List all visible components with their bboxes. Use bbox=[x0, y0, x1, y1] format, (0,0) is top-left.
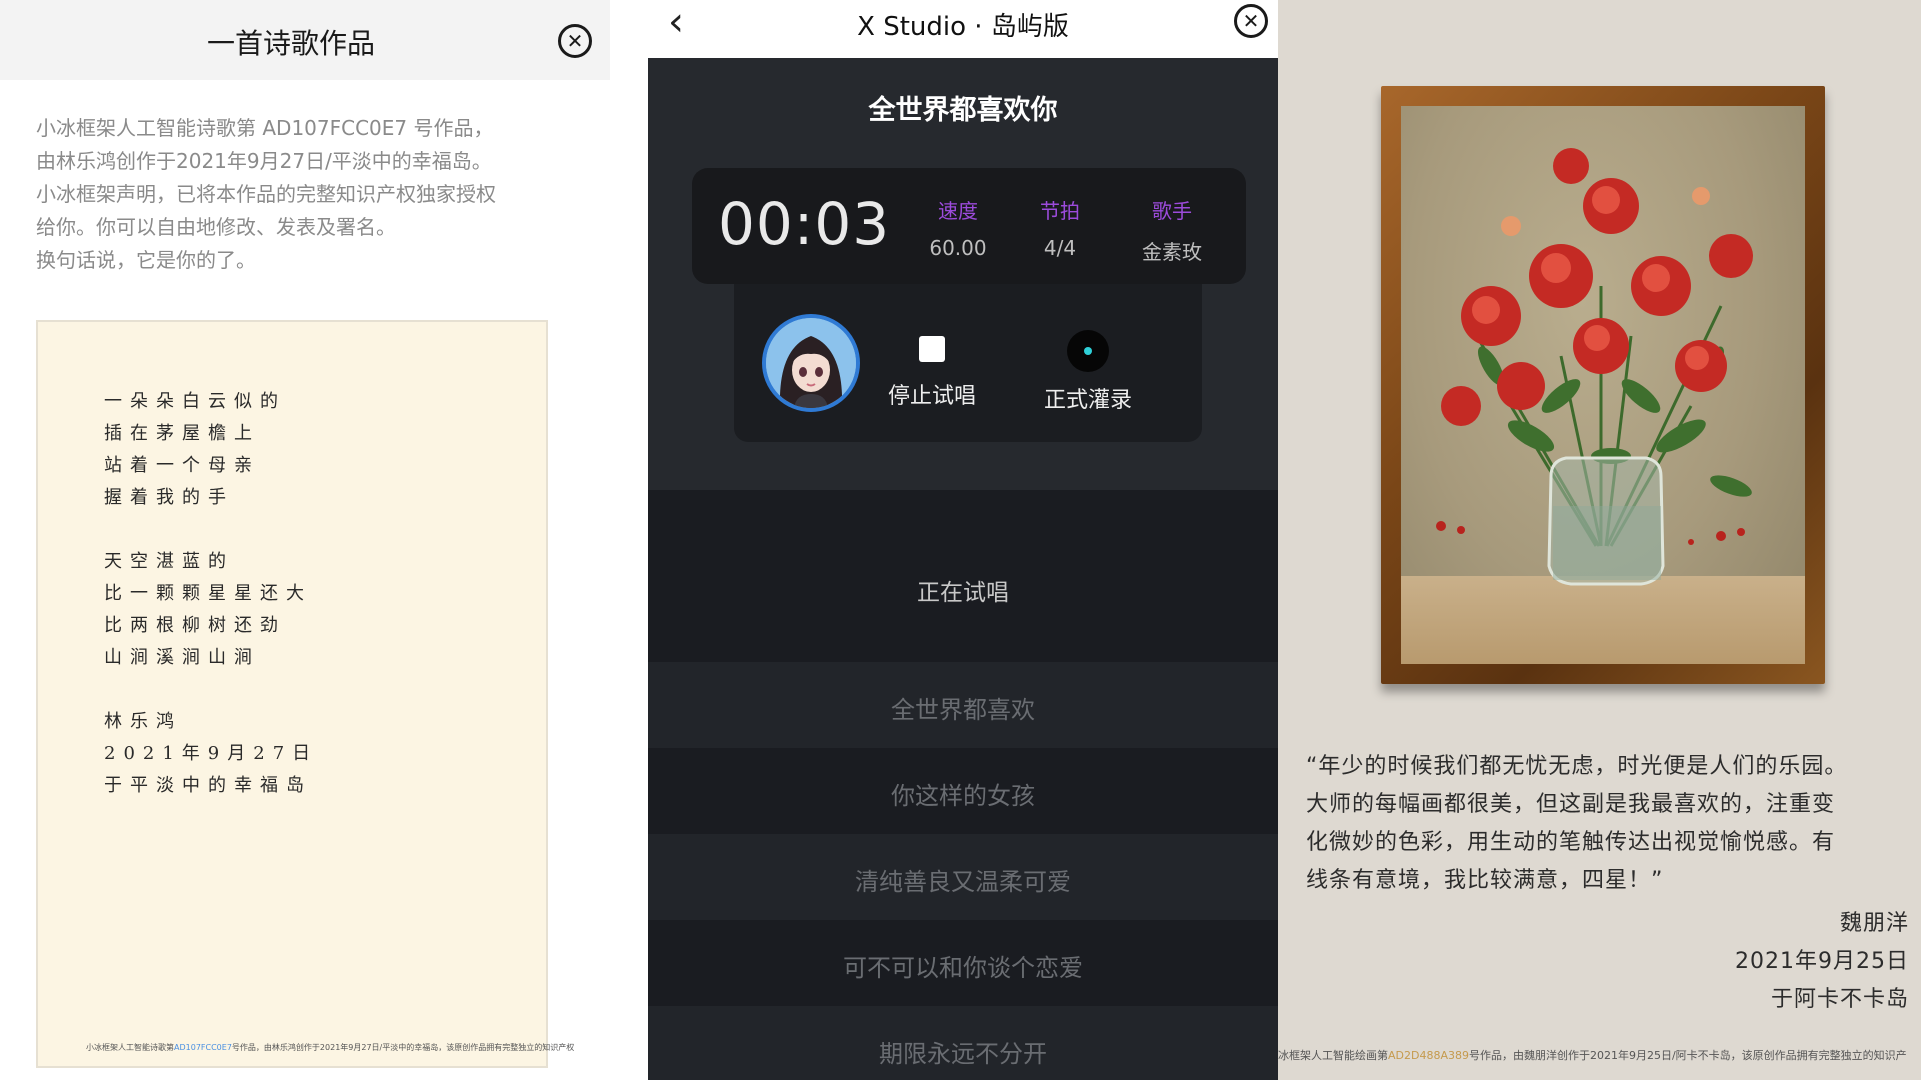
stop-preview-button[interactable]: 停止试唱 bbox=[872, 330, 992, 410]
lyric-line: 期限永远不分开 bbox=[879, 1040, 1047, 1068]
close-icon[interactable]: ✕ bbox=[1234, 4, 1268, 38]
footer-prefix: 冰框架人工智能绘画第 bbox=[1278, 1049, 1388, 1062]
studio-panel: ‹ X Studio · 岛屿版 ✕ 全世界都喜欢你 00:03 速度 60.0… bbox=[648, 0, 1278, 1080]
app-title: X Studio · 岛屿版 bbox=[857, 12, 1069, 42]
poem-line: 握着我的手 bbox=[104, 487, 234, 508]
record-button[interactable]: 正式灌录 bbox=[1028, 330, 1148, 414]
poem-intro: 小冰框架人工智能诗歌第 AD107FCC0E7 号作品， 由林乐鸿创作于2021… bbox=[36, 112, 556, 277]
flower-vase-painting bbox=[1401, 148, 1805, 664]
poem-panel-title: 一首诗歌作品 bbox=[206, 27, 375, 60]
intro-line: 小冰框架声明，已将本作品的完整知识产权独家授权 bbox=[36, 182, 496, 206]
poem-header: 一首诗歌作品 ✕ bbox=[0, 0, 610, 80]
footer-code: AD2D488A389 bbox=[1388, 1049, 1469, 1062]
stat-beat: 节拍 4/4 bbox=[1022, 195, 1098, 260]
studio-header: ‹ X Studio · 岛屿版 ✕ bbox=[648, 0, 1278, 58]
stop-icon bbox=[919, 336, 945, 362]
footer-prefix: 小冰框架人工智能诗歌第 bbox=[86, 1043, 174, 1052]
stat-label: 节拍 bbox=[1040, 199, 1080, 223]
poem-panel: 一首诗歌作品 ✕ 小冰框架人工智能诗歌第 AD107FCC0E7 号作品， 由林… bbox=[0, 0, 610, 1080]
review-author: 魏朋洋 bbox=[1839, 911, 1909, 936]
poem-line: 比一颗颗星星还大 bbox=[104, 583, 312, 604]
lyric-line: 清纯善良又温柔可爱 bbox=[855, 868, 1071, 896]
poem-line: 插在茅屋檐上 bbox=[104, 423, 260, 444]
record-label: 正式灌录 bbox=[1043, 388, 1132, 413]
review-line: 大师的每幅画都很美，但这副是我最喜欢的，注重变 bbox=[1306, 792, 1836, 817]
review-line: 线条有意境，我比较满意，四星！” bbox=[1306, 868, 1664, 893]
footer-suffix: 号作品，由林乐鸿创作于2021年9月27日/平淡中的幸福岛，该原创作品拥有完整独… bbox=[231, 1043, 575, 1052]
footer-code: AD107FCC0E7 bbox=[174, 1043, 232, 1052]
stat-value: 60.00 bbox=[929, 236, 987, 260]
close-icon[interactable]: ✕ bbox=[558, 24, 592, 58]
painting-review: “年少的时候我们都无忧无虑，时光便是人们的乐园。 大师的每幅画都很美，但这副是我… bbox=[1306, 748, 1906, 900]
review-line: “年少的时候我们都无忧无虑，时光便是人们的乐园。 bbox=[1306, 754, 1848, 779]
lyric-line: 你这样的女孩 bbox=[891, 782, 1035, 810]
stat-label: 歌手 bbox=[1152, 199, 1192, 223]
poem-line: 站着一个母亲 bbox=[104, 455, 260, 476]
poem-line: 天空湛蓝的 bbox=[104, 551, 234, 572]
poem-text: 一朵朵白云似的 插在茅屋檐上 站着一个母亲 握着我的手 天空湛蓝的 比一颗颗星星… bbox=[104, 386, 318, 802]
intro-line: 给你。你可以自由地修改、发表及署名。 bbox=[36, 215, 396, 239]
intro-line: 换句话说，它是你的了。 bbox=[36, 248, 256, 272]
song-title: 全世界都喜欢你 bbox=[868, 95, 1058, 126]
singer-avatar[interactable] bbox=[762, 314, 860, 412]
stat-speed: 速度 60.00 bbox=[910, 195, 1006, 260]
intro-line: 小冰框架人工智能诗歌第 AD107FCC0E7 号作品， bbox=[36, 116, 494, 140]
painting-image bbox=[1401, 106, 1805, 664]
review-place: 于阿卡不卡岛 bbox=[1770, 987, 1909, 1012]
intro-line: 由林乐鸿创作于2021年9月27日/平淡中的幸福岛。 bbox=[36, 149, 492, 173]
stat-value: 金素玫 bbox=[1142, 240, 1202, 264]
poem-date: 2021年9月27日 bbox=[104, 743, 319, 764]
stat-value: 4/4 bbox=[1043, 236, 1077, 260]
poem-line: 山涧溪涧山涧 bbox=[104, 647, 260, 668]
poem-place: 于平淡中的幸福岛 bbox=[104, 775, 312, 796]
status-text: 正在试唱 bbox=[917, 580, 1009, 606]
review-line: 化微妙的色彩，用生动的笔触传达出视觉愉悦感。有 bbox=[1306, 830, 1836, 855]
stop-label: 停止试唱 bbox=[887, 384, 976, 409]
poem-line: 比两根柳树还劲 bbox=[104, 615, 286, 636]
poem-author: 林乐鸿 bbox=[104, 711, 182, 732]
stat-label: 速度 bbox=[938, 199, 978, 223]
poem-footer: 小冰框架人工智能诗歌第AD107FCC0E7号作品，由林乐鸿创作于2021年9月… bbox=[86, 1042, 574, 1053]
stat-singer[interactable]: 歌手 金素玫 bbox=[1124, 195, 1220, 265]
poem-line: 一朵朵白云似的 bbox=[104, 391, 286, 412]
review-date: 2021年9月25日 bbox=[1735, 949, 1909, 974]
lyric-line: 全世界都喜欢 bbox=[891, 696, 1035, 724]
timer: 00:03 bbox=[718, 190, 891, 258]
footer-suffix: 号作品，由魏朋洋创作于2021年9月25日/阿卡不卡岛，该原创作品拥有完整独立的… bbox=[1468, 1049, 1907, 1062]
lyric-line: 可不可以和你谈个恋爱 bbox=[843, 954, 1083, 982]
avatar-image bbox=[766, 318, 856, 408]
painting-panel: “年少的时候我们都无忧无虑，时光便是人们的乐园。 大师的每幅画都很美，但这副是我… bbox=[1278, 0, 1921, 1080]
record-icon bbox=[1067, 330, 1109, 372]
painting-footer: 冰框架人工智能绘画第AD2D488A389号作品，由魏朋洋创作于2021年9月2… bbox=[1278, 1047, 1907, 1063]
